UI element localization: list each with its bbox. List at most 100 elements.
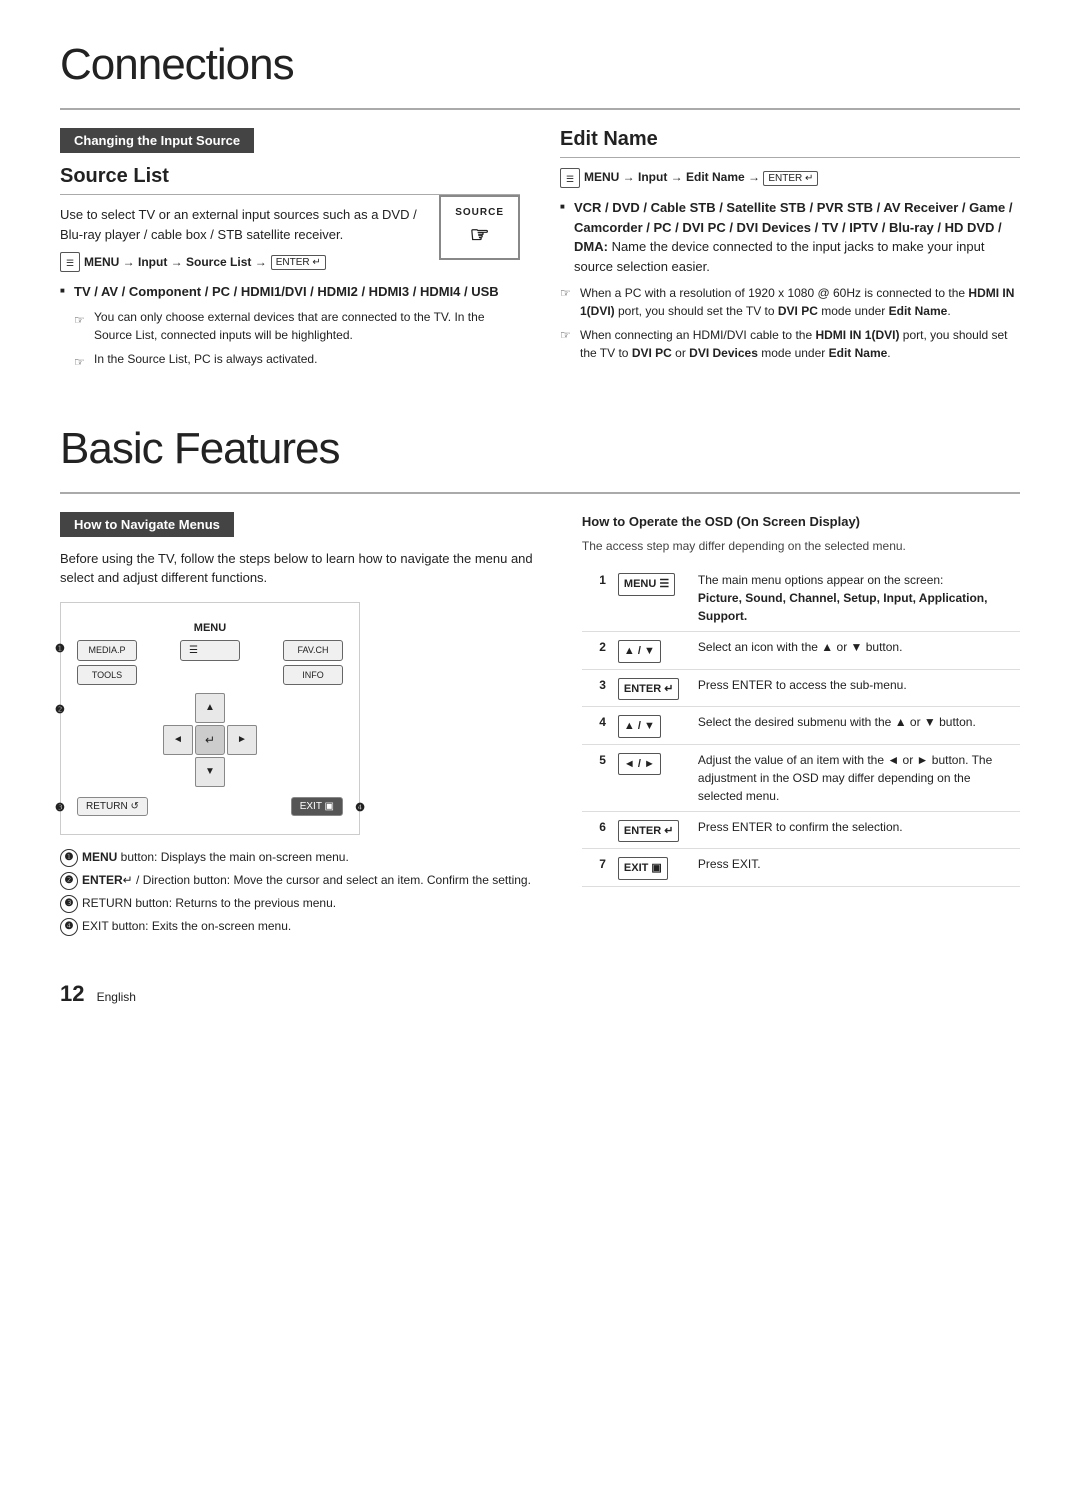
button-desc-list: ❶ MENU button: Displays the main on-scre…	[60, 849, 542, 936]
dpad-empty-bl	[163, 757, 193, 787]
edit-menu-icon: ☰	[560, 168, 580, 188]
osd-row: 6 ENTER ↵ Press ENTER to confirm the selec…	[582, 811, 1020, 849]
osd-row-key: ▲ / ▼	[612, 632, 692, 670]
osd-row-desc: Select the desired submenu with the ▲ or…	[692, 707, 1020, 745]
connections-divider	[60, 108, 1020, 110]
dpad-empty-br	[227, 757, 257, 787]
media-p-btn: MEDIA.P	[77, 640, 137, 661]
desc4-text: EXIT button: Exits the on-screen menu.	[82, 918, 291, 935]
return-btn: RETURN ↺	[77, 797, 148, 816]
desc1-text: MENU button: Displays the main on-screen…	[82, 849, 349, 866]
source-list-col: Changing the Input Source Source List SO…	[60, 128, 520, 376]
navigate-columns: How to Navigate Menus Before using the T…	[60, 512, 1020, 941]
dpad-right: ►	[227, 725, 257, 755]
edit-name-heading: Edit Name	[560, 128, 1020, 158]
osd-row-key: MENU ☰	[612, 565, 692, 632]
tools-info-row: TOOLS INFO	[77, 665, 343, 685]
osd-row: 3ENTER ↵Press ENTER to access the sub-me…	[582, 669, 1020, 707]
source-label: SOURCE	[455, 207, 504, 218]
osd-title: How to Operate the OSD (On Screen Displa…	[582, 512, 1020, 532]
tools-btn: TOOLS	[77, 665, 137, 685]
navigate-desc: Before using the TV, follow the steps be…	[60, 549, 542, 588]
osd-row-key: EXIT ▣	[612, 849, 692, 887]
osd-row: 4 ▲ / ▼ Select the desired submenu with th…	[582, 707, 1020, 745]
circle2: ❷	[55, 703, 65, 716]
source-list-body: SOURCE ☞ Use to select TV or an external…	[60, 205, 520, 282]
osd-row-key: ENTER ↵	[612, 811, 692, 849]
osd-row-num: 6	[582, 811, 612, 849]
connections-section: Connections Changing the Input Source So…	[60, 40, 1020, 376]
dpad-up: ▲	[195, 693, 225, 723]
source-menu-text: MENU → Input → Source List →	[84, 255, 267, 269]
edit-name-desc: Name the device connected to the input j…	[574, 239, 984, 274]
osd-row-desc2: Picture, Sound, Channel, Setup, Input, A…	[698, 591, 988, 623]
edit-name-menu-path: ☰ MENU → Input → Edit Name → ENTER ↵	[560, 168, 1020, 188]
connections-columns: Changing the Input Source Source List SO…	[60, 128, 1020, 376]
desc3-text: RETURN button: Returns to the previous m…	[82, 895, 336, 912]
menu-top-row: MEDIA.P ☰ FAV.CH	[77, 640, 343, 661]
source-bullet-item: TV / AV / Component / PC / HDMI1/DVI / H…	[60, 282, 520, 368]
fav-ch-btn: FAV.CH	[283, 640, 343, 661]
source-list-heading: Source List	[60, 165, 520, 195]
osd-key-label: ENTER ↵	[618, 820, 680, 843]
circle4: ❹	[355, 801, 365, 814]
osd-col: How to Operate the OSD (On Screen Displa…	[582, 512, 1020, 941]
dpad-center-enter: ↵	[195, 725, 225, 755]
osd-row: 7EXIT ▣Press EXIT.	[582, 849, 1020, 887]
osd-key-label: ▲ / ▼	[618, 640, 661, 663]
dpad-empty-tr	[227, 693, 257, 723]
navigate-header: How to Navigate Menus	[60, 512, 234, 537]
dpad-container: ❷ ▲ ◄ ↵ ► ▼	[77, 689, 343, 791]
osd-row-desc: Adjust the value of an item with the ◄ o…	[692, 744, 1020, 811]
osd-key-label: ▲ / ▼	[618, 715, 661, 738]
osd-row-desc: Press EXIT.	[692, 849, 1020, 887]
num-4: ❹	[60, 918, 78, 936]
navigate-menus-col: How to Navigate Menus Before using the T…	[60, 512, 542, 941]
basic-features-title: Basic Features	[60, 424, 1020, 474]
connections-title: Connections	[60, 40, 1020, 90]
osd-row-num: 4	[582, 707, 612, 745]
osd-row-desc: Select an icon with the ▲ or ▼ button.	[692, 632, 1020, 670]
num-2: ❷	[60, 872, 78, 890]
btn-desc-1: ❶ MENU button: Displays the main on-scre…	[60, 849, 542, 867]
source-bullet-list: TV / AV / Component / PC / HDMI1/DVI / H…	[60, 282, 520, 368]
osd-subtitle: The access step may differ depending on …	[582, 537, 1020, 555]
osd-row: 5◄ / ►Adjust the value of an item with t…	[582, 744, 1020, 811]
osd-key-label: ◄ / ►	[618, 753, 661, 776]
circle1: ❶	[55, 642, 65, 655]
osd-row-num: 7	[582, 849, 612, 887]
basic-features-section: Basic Features How to Navigate Menus Bef…	[60, 424, 1020, 941]
osd-row-desc: The main menu options appear on the scre…	[692, 565, 1020, 632]
source-button-box: SOURCE ☞	[439, 195, 520, 260]
d-pad: ▲ ◄ ↵ ► ▼	[163, 693, 257, 787]
btn-desc-3: ❸ RETURN button: Returns to the previous…	[60, 895, 542, 913]
osd-table: 1MENU ☰The main menu options appear on t…	[582, 565, 1020, 887]
btn-desc-2: ❷ ENTER↵ / Direction button: Move the cu…	[60, 872, 542, 890]
source-menu-path: ☰ MENU → Input → Source List → ENTER ↵	[60, 252, 423, 272]
osd-row-key: ◄ / ►	[612, 744, 692, 811]
changing-input-header: Changing the Input Source	[60, 128, 254, 153]
edit-name-bullet1: VCR / DVD / Cable STB / Satellite STB / …	[560, 198, 1020, 276]
source-bullet-heading: TV / AV / Component / PC / HDMI1/DVI / H…	[74, 284, 499, 299]
source-note2: In the Source List, PC is always activat…	[74, 350, 520, 368]
osd-row: 2▲ / ▼Select an icon with the ▲ or ▼ but…	[582, 632, 1020, 670]
osd-row: 1MENU ☰The main menu options appear on t…	[582, 565, 1020, 632]
dpad-empty-tl	[163, 693, 193, 723]
edit-name-note2: When connecting an HDMI/DVI cable to the…	[560, 326, 1020, 362]
num-1: ❶	[60, 849, 78, 867]
circle3: ❸	[55, 801, 65, 814]
source-note1: You can only choose external devices tha…	[74, 308, 520, 344]
edit-menu-text: MENU → Input → Edit Name → ENTER ↵	[584, 170, 818, 185]
osd-row-desc: Press ENTER to confirm the selection.	[692, 811, 1020, 849]
return-exit-row: ❸ RETURN ↺ EXIT ▣ ❹	[77, 797, 343, 816]
hand-icon: ☞	[470, 222, 490, 248]
page-number: 12 English	[60, 981, 1020, 1007]
menu-btn: ☰	[180, 640, 240, 661]
btn-desc-4: ❹ EXIT button: Exits the on-screen menu.	[60, 918, 542, 936]
menu-icon: ☰	[60, 252, 80, 272]
osd-row-desc: Press ENTER to access the sub-menu.	[692, 669, 1020, 707]
osd-row-key: ▲ / ▼	[612, 707, 692, 745]
dpad-down: ▼	[195, 757, 225, 787]
edit-name-bullet-list: VCR / DVD / Cable STB / Satellite STB / …	[560, 198, 1020, 276]
osd-key-label: MENU ☰	[618, 573, 675, 596]
